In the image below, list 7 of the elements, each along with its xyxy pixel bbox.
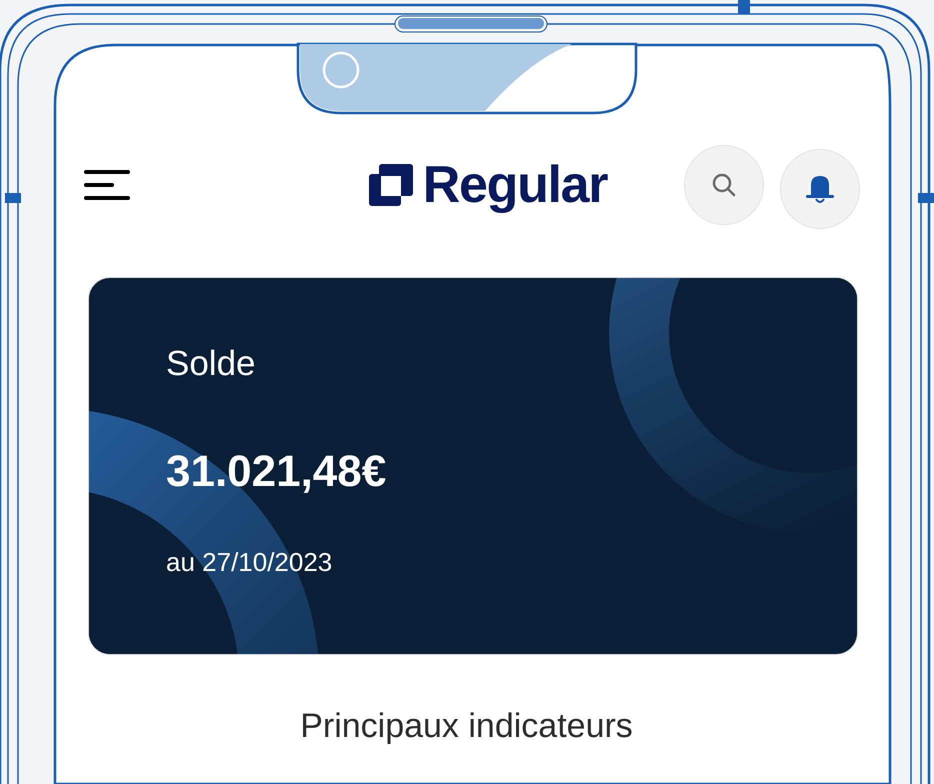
logo-text: Regular xyxy=(422,159,608,211)
section-title: Principaux indicateurs xyxy=(300,706,633,747)
balance-amount: 31.021,48€ xyxy=(166,446,386,498)
balance-date: au 27/10/2023 xyxy=(166,546,332,578)
search-icon xyxy=(711,172,737,198)
logo-icon xyxy=(368,164,413,206)
balance-label: Solde xyxy=(166,343,256,385)
